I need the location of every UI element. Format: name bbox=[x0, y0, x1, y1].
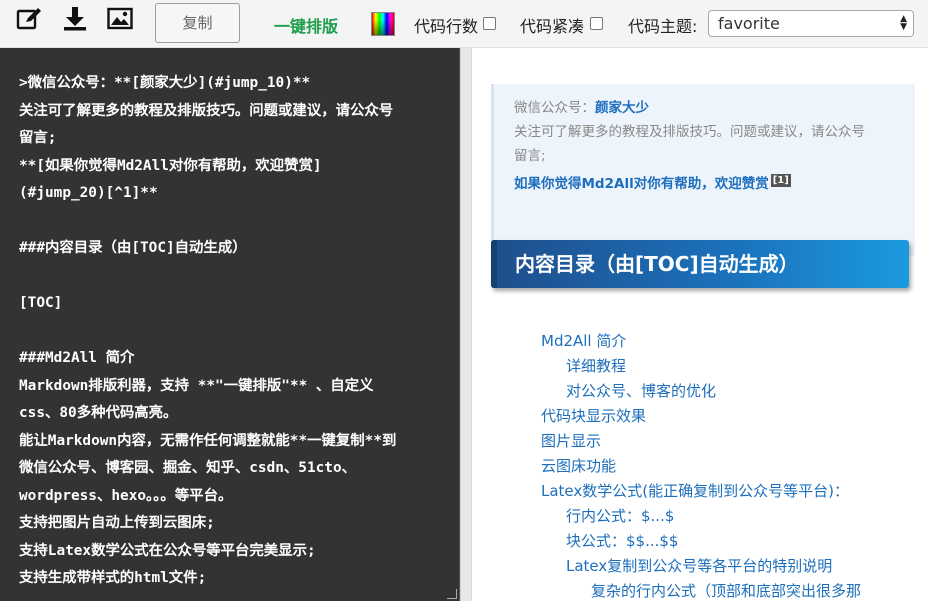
quote-line-2b: 留言; bbox=[514, 148, 546, 164]
edit-icon[interactable] bbox=[16, 6, 42, 32]
editor-line: 支持把图片自动上传到云图床; bbox=[19, 515, 215, 531]
download-icon[interactable] bbox=[62, 6, 88, 32]
preview-pane: 微信公众号：颜家大少 关注可了解更多的教程及排版技巧。问题或建议，请公众号 留言… bbox=[472, 48, 928, 601]
editor-line: Markdown排版利器，支持 **"一键排版"** 、自定义 bbox=[19, 377, 374, 394]
line-numbers-checkbox[interactable] bbox=[483, 17, 496, 30]
code-theme-label: 代码主题: bbox=[628, 17, 698, 36]
editor-line: 支持Latex数学公式在公众号等平台完美显示; bbox=[19, 542, 316, 559]
code-theme-value: favorite bbox=[718, 14, 780, 33]
donate-link[interactable]: 如果你觉得Md2All对你有帮助，欢迎赞赏 bbox=[514, 176, 769, 192]
resize-grip-icon[interactable] bbox=[447, 589, 457, 599]
toc-item[interactable]: 块公式：$$...$$ bbox=[566, 530, 678, 551]
editor-line: **[如果你觉得Md2All对你有帮助，欢迎赞赏] bbox=[19, 157, 322, 174]
code-theme-select[interactable]: favorite ▲ ▼ bbox=[708, 10, 914, 37]
editor-line: 微信公众号、博客园、掘金、知乎、csdn、51cto、 bbox=[19, 460, 357, 476]
toc-item[interactable]: 行内公式：$...$ bbox=[566, 505, 674, 526]
toc-item[interactable]: Latex数学公式(能正确复制到公众号等平台)： bbox=[541, 480, 849, 501]
copy-button[interactable]: 复制 bbox=[155, 3, 240, 43]
editor-line: >微信公众号：**[颜家大少](#jump_10)** bbox=[19, 75, 311, 91]
compact-code-label: 代码紧凑 bbox=[520, 17, 585, 36]
editor-line: 关注可了解更多的教程及排版技巧。问题或建议，请公众号 bbox=[19, 102, 394, 119]
toc-heading: 内容目录（由[TOC]自动生成） bbox=[491, 240, 909, 288]
quote-line-2a: 关注可了解更多的教程及排版技巧。问题或建议，请公众号 bbox=[514, 124, 865, 140]
author-link[interactable]: 颜家大少 bbox=[595, 100, 649, 116]
toc-item[interactable]: 图片显示 bbox=[541, 430, 601, 451]
editor-line: (#jump_20)[^1]** bbox=[19, 185, 158, 201]
toc-item[interactable]: 复杂的行内公式（顶部和底部突出很多那 bbox=[591, 580, 861, 601]
footnote-ref[interactable]: [1] bbox=[770, 173, 791, 187]
quote-prefix: 微信公众号： bbox=[514, 100, 595, 116]
editor-line: wordpress、hexo。。。等平台。 bbox=[19, 487, 233, 504]
pane-divider[interactable] bbox=[460, 48, 472, 601]
toc-item[interactable]: 对公众号、博客的优化 bbox=[566, 380, 716, 401]
toc-item[interactable]: 代码块显示效果 bbox=[541, 405, 646, 426]
editor-line: 留言; bbox=[19, 130, 57, 146]
editor-line: 能让Markdown内容，无需作任何调整就能**一键复制**到 bbox=[19, 432, 397, 449]
select-arrows-icon: ▲ ▼ bbox=[900, 14, 907, 32]
editor-line: ###Md2All 简介 bbox=[19, 350, 135, 366]
compact-code-checkbox[interactable] bbox=[590, 17, 603, 30]
toc-item[interactable]: Latex复制到公众号等各平台的特别说明 bbox=[566, 555, 832, 576]
editor-line: 支持生成带样式的html文件; bbox=[19, 570, 207, 586]
editor-line: [TOC] bbox=[19, 295, 63, 311]
line-numbers-label: 代码行数 bbox=[414, 17, 479, 36]
editor-line: css、80多种代码高亮。 bbox=[19, 405, 178, 421]
toc-item[interactable]: Md2All 简介 bbox=[541, 330, 626, 351]
color-palette-icon[interactable] bbox=[371, 12, 395, 36]
editor-line: ###内容目录（由[TOC]自动生成） bbox=[19, 240, 247, 256]
one-key-format-button[interactable]: 一键排版 bbox=[274, 13, 338, 37]
toc-item[interactable]: 云图床功能 bbox=[541, 455, 616, 476]
image-icon[interactable] bbox=[107, 6, 133, 32]
editor-text[interactable]: >微信公众号：**[颜家大少](#jump_10)** 关注可了解更多的教程及排版… bbox=[19, 70, 449, 593]
markdown-editor[interactable]: >微信公众号：**[颜家大少](#jump_10)** 关注可了解更多的教程及排版… bbox=[0, 48, 460, 601]
toolbar: 复制 一键排版 代码行数 代码紧凑 代码主题: favorite ▲ ▼ bbox=[0, 0, 928, 48]
blockquote: 微信公众号：颜家大少 关注可了解更多的教程及排版技巧。问题或建议，请公众号 留言… bbox=[491, 84, 915, 256]
toc-item[interactable]: 详细教程 bbox=[566, 355, 626, 376]
